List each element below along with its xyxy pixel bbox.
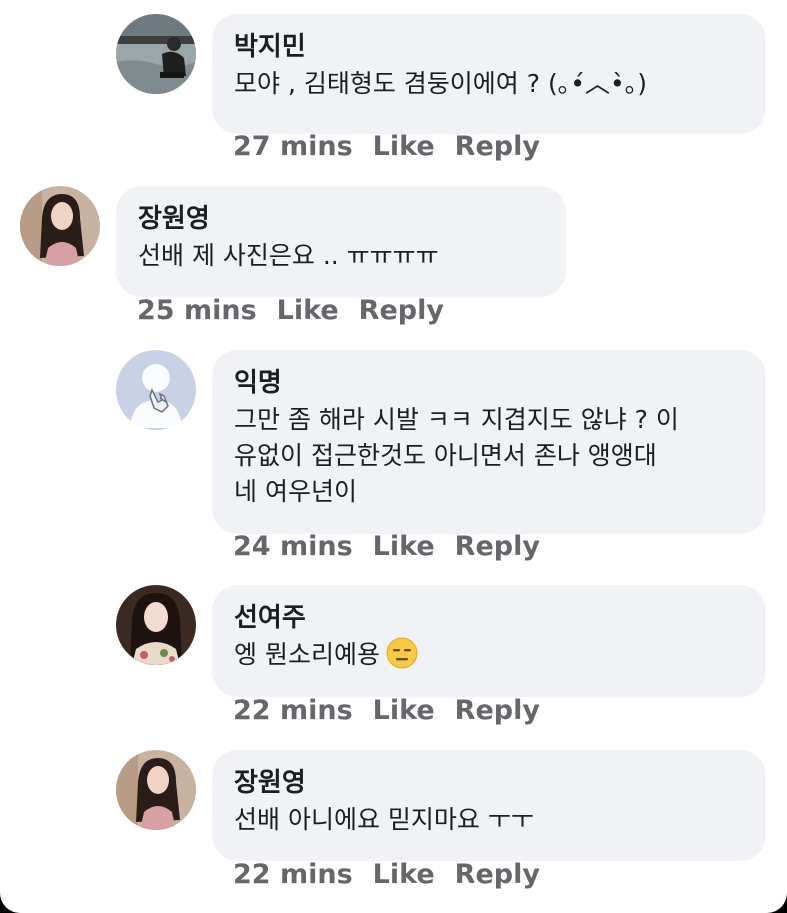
comment-timestamp[interactable]: 27 mins: [233, 131, 353, 163]
reply-button[interactable]: Reply: [455, 531, 540, 563]
comment-text-line: 네 여우년이: [234, 477, 357, 506]
comment-bubble: 장원영 선배 아니에요 믿지마요 ㅜㅜ: [212, 750, 766, 861]
comment-author[interactable]: 선여주: [234, 601, 744, 635]
comment-actions: 25 mins Like Reply: [137, 295, 444, 327]
comment-text-line: 유없이 접근한것도 아니면서 존나 앵앵대: [234, 441, 657, 470]
comment-author[interactable]: 장원영: [138, 202, 544, 236]
avatar[interactable]: [116, 350, 196, 430]
photo-woman-long-hair-icon: [116, 750, 196, 830]
comment-actions: 22 mins Like Reply: [233, 859, 540, 891]
comment-bubble: 박지민 모야 , 김태형도 겸둥이에여 ? (｡•́︿•̀｡): [212, 14, 766, 134]
comment-text: 엥 뭔소리예용: [234, 637, 744, 673]
reply-button[interactable]: Reply: [359, 295, 444, 327]
like-button[interactable]: Like: [277, 295, 339, 327]
reply-button[interactable]: Reply: [455, 695, 540, 727]
expressionless-face-emoji-icon: [386, 637, 418, 669]
comment-timestamp[interactable]: 24 mins: [233, 531, 353, 563]
comment-text: 선배 아니에요 믿지마요 ㅜㅜ: [234, 802, 744, 838]
avatar[interactable]: [20, 186, 100, 266]
photo-man-by-water-icon: [116, 14, 196, 94]
avatar[interactable]: [116, 14, 196, 94]
comment-bubble: 익명 그만 좀 해라 시발 ㅋㅋ 지겹지도 않냐 ? 이 유없이 접근한것도 아…: [212, 350, 766, 534]
like-button[interactable]: Like: [373, 695, 435, 727]
like-button[interactable]: Like: [373, 859, 435, 891]
comment-bubble: 장원영 선배 제 사진은요 .. ㅠㅠㅠㅠ: [116, 186, 566, 297]
comment-thread: 박지민 모야 , 김태형도 겸둥이에여 ? (｡•́︿•̀｡) 27 mins L…: [0, 0, 787, 913]
photo-woman-floral-icon: [116, 585, 196, 665]
comment-text-line: 엥 뭔소리예용: [234, 640, 380, 669]
comment-bubble: 선여주 엥 뭔소리예용: [212, 585, 766, 697]
avatar[interactable]: [116, 585, 196, 665]
reply-button[interactable]: Reply: [455, 131, 540, 163]
comment-author[interactable]: 박지민: [234, 30, 744, 64]
like-button[interactable]: Like: [373, 531, 435, 563]
like-button[interactable]: Like: [373, 131, 435, 163]
comment-text-line: 모야 , 김태형도 겸둥이에여 ? (｡•́︿•̀｡): [234, 69, 647, 98]
comment-text-line: 그만 좀 해라 시발 ㅋㅋ 지겹지도 않냐 ? 이: [234, 405, 679, 434]
comment-actions: 27 mins Like Reply: [233, 131, 540, 163]
comment-text-line: 선배 아니에요 믿지마요 ㅜㅜ: [234, 805, 534, 834]
comment-timestamp[interactable]: 25 mins: [137, 295, 257, 327]
comment-text: 그만 좀 해라 시발 ㅋㅋ 지겹지도 않냐 ? 이 유없이 접근한것도 아니면서…: [234, 402, 744, 510]
comment-timestamp[interactable]: 22 mins: [233, 859, 353, 891]
comment-actions: 24 mins Like Reply: [233, 531, 540, 563]
avatar[interactable]: [116, 750, 196, 830]
comment-author[interactable]: 익명: [234, 366, 744, 400]
comment-timestamp[interactable]: 22 mins: [233, 695, 353, 727]
comment-text: 선배 제 사진은요 .. ㅠㅠㅠㅠ: [138, 238, 544, 274]
default-avatar-hand-icon: [116, 350, 196, 430]
comment-text-line: 선배 제 사진은요 .. ㅠㅠㅠㅠ: [138, 241, 439, 270]
reply-button[interactable]: Reply: [455, 859, 540, 891]
comment-actions: 22 mins Like Reply: [233, 695, 540, 727]
photo-woman-long-hair-icon: [20, 186, 100, 266]
comment-text: 모야 , 김태형도 겸둥이에여 ? (｡•́︿•̀｡): [234, 66, 744, 102]
comment-author[interactable]: 장원영: [234, 766, 744, 800]
